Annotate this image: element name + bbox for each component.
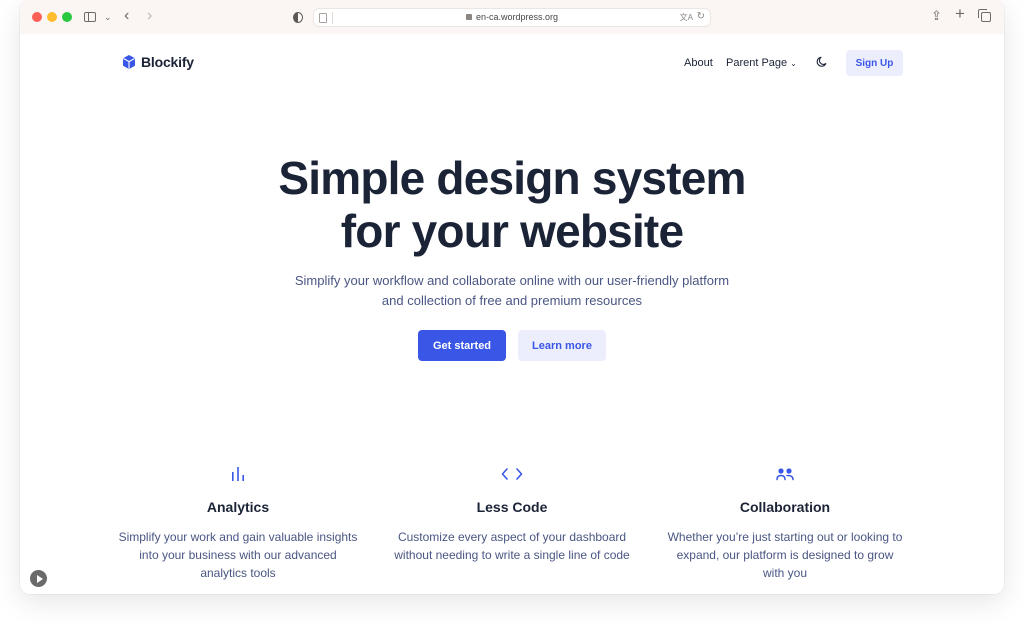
hero-subtitle: Simplify your workflow and collaborate o… xyxy=(294,273,730,308)
moon-icon[interactable] xyxy=(816,56,828,68)
privacy-shield-icon[interactable] xyxy=(293,12,303,23)
code-icon xyxy=(501,468,523,480)
brand-name: Blockify xyxy=(141,54,194,70)
minimize-window-button[interactable] xyxy=(47,12,57,22)
back-button[interactable]: ‹ xyxy=(124,8,129,24)
share-icon[interactable]: ⇪ xyxy=(931,9,942,23)
feature-less-code: Less Code Customize every aspect of your… xyxy=(392,464,632,564)
hero-title-line-2: for your website xyxy=(340,205,684,257)
url-display[interactable]: en-ca.wordpress.org xyxy=(314,12,710,22)
chevron-down-icon[interactable]: ⌄ xyxy=(104,10,112,24)
sign-up-button[interactable]: Sign Up xyxy=(846,50,903,76)
browser-window: ⌄ ‹ › en-ca.wordpress.org 文A ↻ ⇪ + Block… xyxy=(20,0,1004,594)
feature-analytics: Analytics Simplify your work and gain va… xyxy=(118,464,358,582)
chevron-down-icon: ⌄ xyxy=(790,59,797,68)
feature-description: Whether you’re just starting out or look… xyxy=(667,530,903,580)
feature-icon-wrap xyxy=(665,464,905,484)
cube-logo-icon xyxy=(123,55,135,69)
nav-about-link[interactable]: About xyxy=(684,57,713,69)
new-tab-icon[interactable]: + xyxy=(955,5,965,22)
nav-parent-page-label: Parent Page xyxy=(726,57,788,69)
fullscreen-window-button[interactable] xyxy=(62,12,72,22)
feature-icon-wrap xyxy=(118,464,358,484)
close-window-button[interactable] xyxy=(32,12,42,22)
sidebar-icon[interactable] xyxy=(84,12,96,22)
address-bar[interactable]: en-ca.wordpress.org 文A ↻ xyxy=(313,8,711,27)
forward-button[interactable]: › xyxy=(147,8,152,24)
reload-icon[interactable]: ↻ xyxy=(697,11,705,22)
hero-title-line-1: Simple design system xyxy=(278,152,746,204)
users-icon xyxy=(776,468,794,481)
translate-icon[interactable]: 文A xyxy=(680,12,693,23)
feature-title: Analytics xyxy=(206,499,270,515)
get-started-button[interactable]: Get started xyxy=(418,330,506,361)
bar-chart-icon xyxy=(232,467,244,481)
nav-parent-page-link[interactable]: Parent Page ⌄ xyxy=(726,57,797,69)
feature-title: Less Code xyxy=(476,499,548,515)
feature-icon-wrap xyxy=(392,464,632,484)
site-logo[interactable]: Blockify xyxy=(121,54,194,70)
feature-collaboration: Collaboration Whether you’re just starti… xyxy=(665,464,905,582)
feature-description: Simplify your work and gain valuable ins… xyxy=(118,530,358,580)
tabs-overview-icon[interactable] xyxy=(978,9,991,22)
browser-titlebar: ⌄ ‹ › en-ca.wordpress.org 文A ↻ ⇪ + xyxy=(20,0,1004,34)
learn-more-button[interactable]: Learn more xyxy=(518,330,606,361)
play-icon[interactable] xyxy=(30,570,47,587)
feature-description: Customize every aspect of your dashboard… xyxy=(394,530,630,562)
hero-title: Simple design system for your website xyxy=(20,152,1004,258)
url-text: en-ca.wordpress.org xyxy=(475,12,559,22)
lock-icon xyxy=(465,14,472,20)
feature-title: Collaboration xyxy=(739,499,831,515)
page-content: Blockify About Parent Page ⌄ Sign Up Simp… xyxy=(20,34,1004,594)
